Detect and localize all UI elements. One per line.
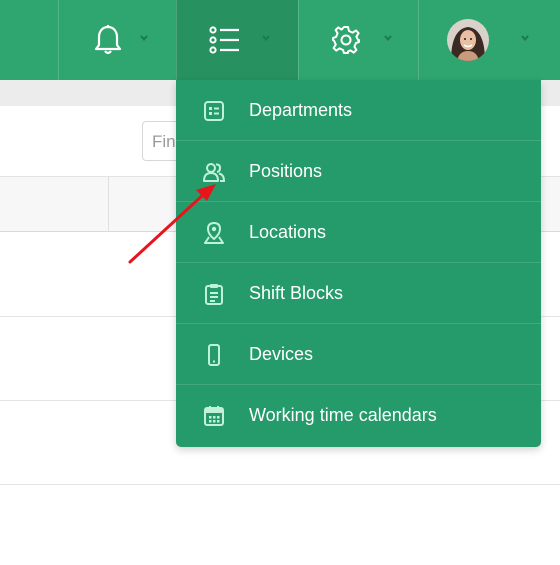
chevron-down-icon <box>262 35 270 42</box>
chevron-down-icon <box>521 35 529 42</box>
table-row-divider <box>0 484 560 485</box>
menu-item-devices[interactable]: Devices <box>176 324 541 385</box>
lists-menu-button[interactable] <box>176 0 298 80</box>
menu-item-label: Locations <box>249 222 327 242</box>
chevron-down-icon <box>384 35 392 42</box>
menu-item-positions[interactable]: Positions <box>176 141 541 202</box>
notifications-menu-button[interactable] <box>58 0 176 80</box>
mobile-device-icon <box>208 344 220 366</box>
bell-icon <box>94 25 122 55</box>
menu-item-locations[interactable]: Locations <box>176 202 541 263</box>
location-pin-icon <box>204 221 224 244</box>
column-divider <box>108 177 109 232</box>
avatar <box>447 19 489 61</box>
gear-icon <box>332 26 360 54</box>
menu-item-label: Departments <box>249 100 353 120</box>
menu-item-label: Positions <box>249 161 323 181</box>
profile-menu-button[interactable] <box>418 0 560 80</box>
chevron-down-icon <box>140 35 148 42</box>
department-list-icon <box>204 101 224 121</box>
lists-dropdown-menu: Departments Positions Locations Shift Bl… <box>176 80 541 447</box>
list-icon <box>209 26 239 54</box>
menu-item-working-time-calendars[interactable]: Working time calendars <box>176 385 541 446</box>
menu-item-shift-blocks[interactable]: Shift Blocks <box>176 263 541 324</box>
menu-item-departments[interactable]: Departments <box>176 80 541 141</box>
calendar-icon <box>204 406 224 426</box>
clipboard-icon <box>205 284 223 305</box>
top-navigation-bar <box>0 0 560 80</box>
menu-item-label: Working time calendars <box>249 405 437 425</box>
menu-item-label: Devices <box>249 344 314 364</box>
people-icon <box>203 163 226 182</box>
settings-menu-button[interactable] <box>298 0 418 80</box>
menu-item-label: Shift Blocks <box>249 283 344 303</box>
